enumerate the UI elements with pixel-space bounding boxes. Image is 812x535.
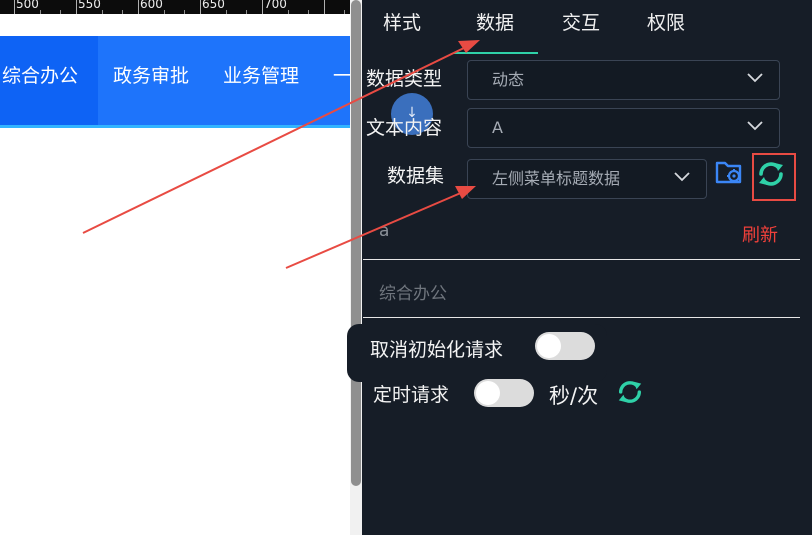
nav-item-label: 业务管理 <box>223 65 300 87</box>
interval-unit: 秒/次 <box>549 384 599 408</box>
data-type-value: 动态 <box>492 70 525 89</box>
data-preview: a 刷新 综合办公 <box>363 203 800 318</box>
ruler-label: 500 <box>16 0 39 11</box>
text-content-label: 文本内容 <box>366 117 443 139</box>
cancel-init-toggle[interactable] <box>535 332 595 360</box>
text-content-select[interactable]: A <box>467 108 780 148</box>
nav-item-label: 政务审批 <box>113 65 190 87</box>
tab-permission[interactable]: 权限 <box>647 8 685 35</box>
tab-label: 样式 <box>383 12 422 34</box>
chevron-down-icon <box>674 172 690 182</box>
refresh-icon[interactable] <box>756 159 786 189</box>
tab-data[interactable]: 数据 <box>476 8 514 35</box>
active-tab-indicator <box>454 52 538 54</box>
toggle-knob <box>537 334 561 358</box>
data-type-label: 数据类型 <box>366 68 443 90</box>
timed-request-toggle[interactable] <box>474 379 534 407</box>
data-value: 综合办公 <box>379 284 447 304</box>
canvas-preview[interactable]: 综合办公 政务审批 业务管理 一 <box>0 14 362 535</box>
nav-item-label: 综合办公 <box>2 65 79 87</box>
tab-label: 权限 <box>647 12 686 34</box>
dataset-value: 左侧菜单标题数据 <box>492 169 621 188</box>
dataset-select[interactable]: 左侧菜单标题数据 <box>467 159 707 199</box>
tab-label: 交互 <box>562 12 601 34</box>
nav-item-business[interactable]: 业务管理 <box>223 36 299 125</box>
canvas-scrollbar-thumb[interactable] <box>351 0 361 486</box>
tab-style[interactable]: 样式 <box>383 8 421 35</box>
ruler-label: 700 <box>264 0 287 11</box>
data-preview-header: a 刷新 <box>363 203 800 260</box>
dataset-label: 数据集 <box>387 165 445 187</box>
toggle-knob <box>476 381 500 405</box>
data-key: a <box>379 221 390 241</box>
data-type-select[interactable]: 动态 <box>467 60 780 100</box>
ruler-label: 550 <box>78 0 101 11</box>
ruler-label: 600 <box>140 0 163 11</box>
chevron-down-icon <box>747 121 763 131</box>
horizontal-ruler: 500 550 600 650 700 <box>0 0 362 14</box>
tab-interaction[interactable]: 交互 <box>562 8 600 35</box>
refresh-icon[interactable] <box>616 378 644 406</box>
timed-request-label: 定时请求 <box>373 384 450 406</box>
nav-item-office[interactable]: 综合办公 <box>0 36 98 125</box>
cancel-init-label: 取消初始化请求 <box>370 339 504 361</box>
text-content-value: A <box>492 118 503 137</box>
refresh-link[interactable]: 刷新 <box>742 221 778 247</box>
nav-item-approval[interactable]: 政务审批 <box>113 36 189 125</box>
data-preview-row: 综合办公 <box>363 261 800 318</box>
folder-gear-icon[interactable] <box>715 158 743 186</box>
top-nav-bar: 综合办公 政务审批 业务管理 一 <box>0 36 362 128</box>
chevron-down-icon <box>747 73 763 83</box>
tab-label: 数据 <box>476 12 515 34</box>
ruler-label: 650 <box>202 0 225 11</box>
